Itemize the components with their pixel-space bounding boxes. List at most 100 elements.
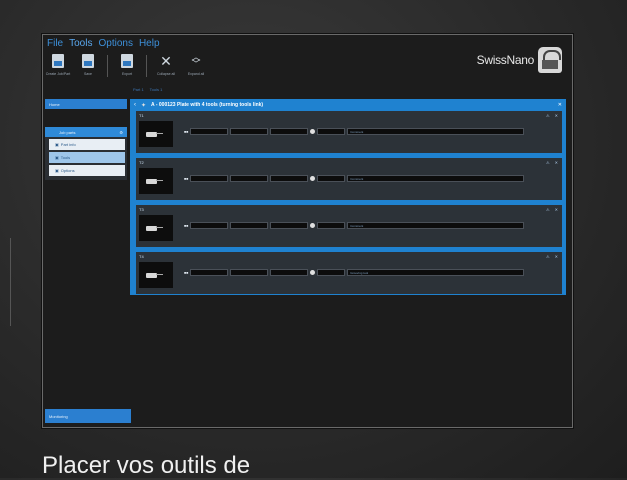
warning-icon[interactable]: ⚠ [546,113,550,118]
remove-icon[interactable]: ✕ [555,207,558,212]
tool-name: T2 [139,159,144,165]
field-label: ■■ [184,176,189,181]
logo-text: SwissNano [476,53,535,67]
warning-icon[interactable]: ⚠ [546,254,550,259]
machine-icon [538,47,562,73]
tool-field[interactable] [190,269,229,276]
tool-image [139,168,173,194]
field-label: ■■ [184,223,189,228]
tool-field[interactable] [270,175,309,182]
menu-options[interactable]: Options [98,38,132,50]
tool-row: T4 ⚠ ✕ ■■ Grooving tool [136,252,562,294]
sidebar-item-selected[interactable]: Job parts ⚙ [45,127,127,137]
sidebar-item-label: Tools [60,155,71,160]
expand-label: Expand all [187,72,205,76]
settings-icon[interactable] [310,176,316,181]
tool-comment-field[interactable]: Comment [347,222,524,229]
sidebar: Home Job parts ⚙ ▣ Part info ▣ Tools ▣ O… [45,99,127,180]
tool-name: T4 [139,253,144,259]
tool-image [139,262,173,288]
field-label: ■■ [184,270,189,275]
expand-icon: ︿ ﹀ [191,52,201,69]
tool-fields: ■■ Comment [184,128,524,135]
tool-field[interactable] [270,269,309,276]
tool-name: T1 [139,112,144,118]
warning-icon[interactable]: ⚠ [546,207,550,212]
app-screenshot: File Tools Options Help Create Job/Part … [42,34,573,428]
menu-help[interactable]: Help [139,38,160,50]
tool-field[interactable] [317,269,346,276]
sidebar-item-home[interactable]: Home [45,99,127,109]
sidebar-item-monitoring[interactable]: Monitoring [45,409,131,423]
tool-field[interactable] [317,175,346,182]
tool-fields: ■■ Comment [184,175,524,182]
warning-icon[interactable]: ⚠ [546,160,550,165]
tool-field[interactable] [190,222,229,229]
tool-fields: ■■ Comment [184,222,524,229]
export-icon [121,54,133,68]
collapse-label: Collapse all [156,72,176,76]
toolbar-separator [107,55,108,77]
tool-comment-field[interactable]: Comment [347,175,524,182]
document-icon [52,54,64,68]
options-icon: ▣ [55,168,59,173]
tool-field[interactable] [230,175,269,182]
tool-comment: Comment [350,129,364,134]
tool-image [139,215,173,241]
back-arrow-icon[interactable]: ‹ [134,102,136,108]
collapse-icon: ✕ [160,53,172,69]
caption-text: Placer vos outils de [42,452,251,479]
tool-field[interactable] [270,222,309,229]
tab-strip: Part 1 Tools 1 [133,87,162,92]
tool-row: T3 ⚠ ✕ ■■ Comment [136,205,562,247]
tool-holder-icon: ✦ [141,102,147,109]
sidebar-item-options[interactable]: ▣ Options [49,165,125,176]
gear-icon[interactable]: ⚙ [119,130,123,135]
tool-comment: Comment [350,223,364,228]
settings-icon[interactable] [310,223,316,228]
remove-icon[interactable]: ✕ [555,254,558,259]
tool-comment-field[interactable]: Comment [347,128,524,135]
remove-icon[interactable]: ✕ [555,113,558,118]
field-label: ■■ [184,129,189,134]
tool-comment: Grooving tool [350,270,369,275]
menu-bar: File Tools Options Help [47,38,160,50]
menu-tools[interactable]: Tools [69,38,92,50]
tool-field[interactable] [230,128,269,135]
tab-part[interactable]: Part 1 [133,87,144,92]
sidebar-home-label: Home [49,101,60,107]
sidebar-item-tools[interactable]: ▣ Tools [49,152,125,163]
toolbar-separator [146,55,147,77]
sidebar-item-label: Part info [60,142,76,147]
expand-all-button[interactable]: ︿ ﹀ Expand all [185,51,207,77]
tool-field[interactable] [230,222,269,229]
tool-field[interactable] [190,128,229,135]
export-label: Export [121,72,133,76]
panel-header: ‹ ✦ A - 000123 Plate with 4 tools (turni… [130,99,566,111]
tab-tools[interactable]: Tools 1 [150,87,163,92]
sidebar-bottom-label: Monitoring [49,413,68,419]
tool-comment: Comment [350,176,364,181]
export-button[interactable]: Export [116,51,138,76]
save-button[interactable]: Save [77,51,99,76]
tool-field[interactable] [230,269,269,276]
save-label: Save [84,72,92,76]
save-icon [82,54,94,68]
tool-field[interactable] [270,128,309,135]
tool-field[interactable] [317,222,346,229]
sidebar-item-part-info[interactable]: ▣ Part info [49,139,125,150]
remove-icon[interactable]: ✕ [555,160,558,165]
create-part-label: Create Job/Part [45,72,71,76]
settings-icon[interactable] [310,270,316,275]
decorative-divider [10,238,11,326]
collapse-all-button[interactable]: ✕ Collapse all [155,51,177,76]
tool-comment-field[interactable]: Grooving tool [347,269,524,276]
sidebar-submenu: ▣ Part info ▣ Tools ▣ Options [45,137,127,180]
tool-field[interactable] [190,175,229,182]
settings-icon[interactable] [310,129,316,134]
list-icon: ▣ [55,142,59,147]
close-icon[interactable]: ✕ [558,102,562,108]
create-part-button[interactable]: Create Job/Part [45,51,71,76]
tool-field[interactable] [317,128,346,135]
menu-file[interactable]: File [47,38,63,50]
